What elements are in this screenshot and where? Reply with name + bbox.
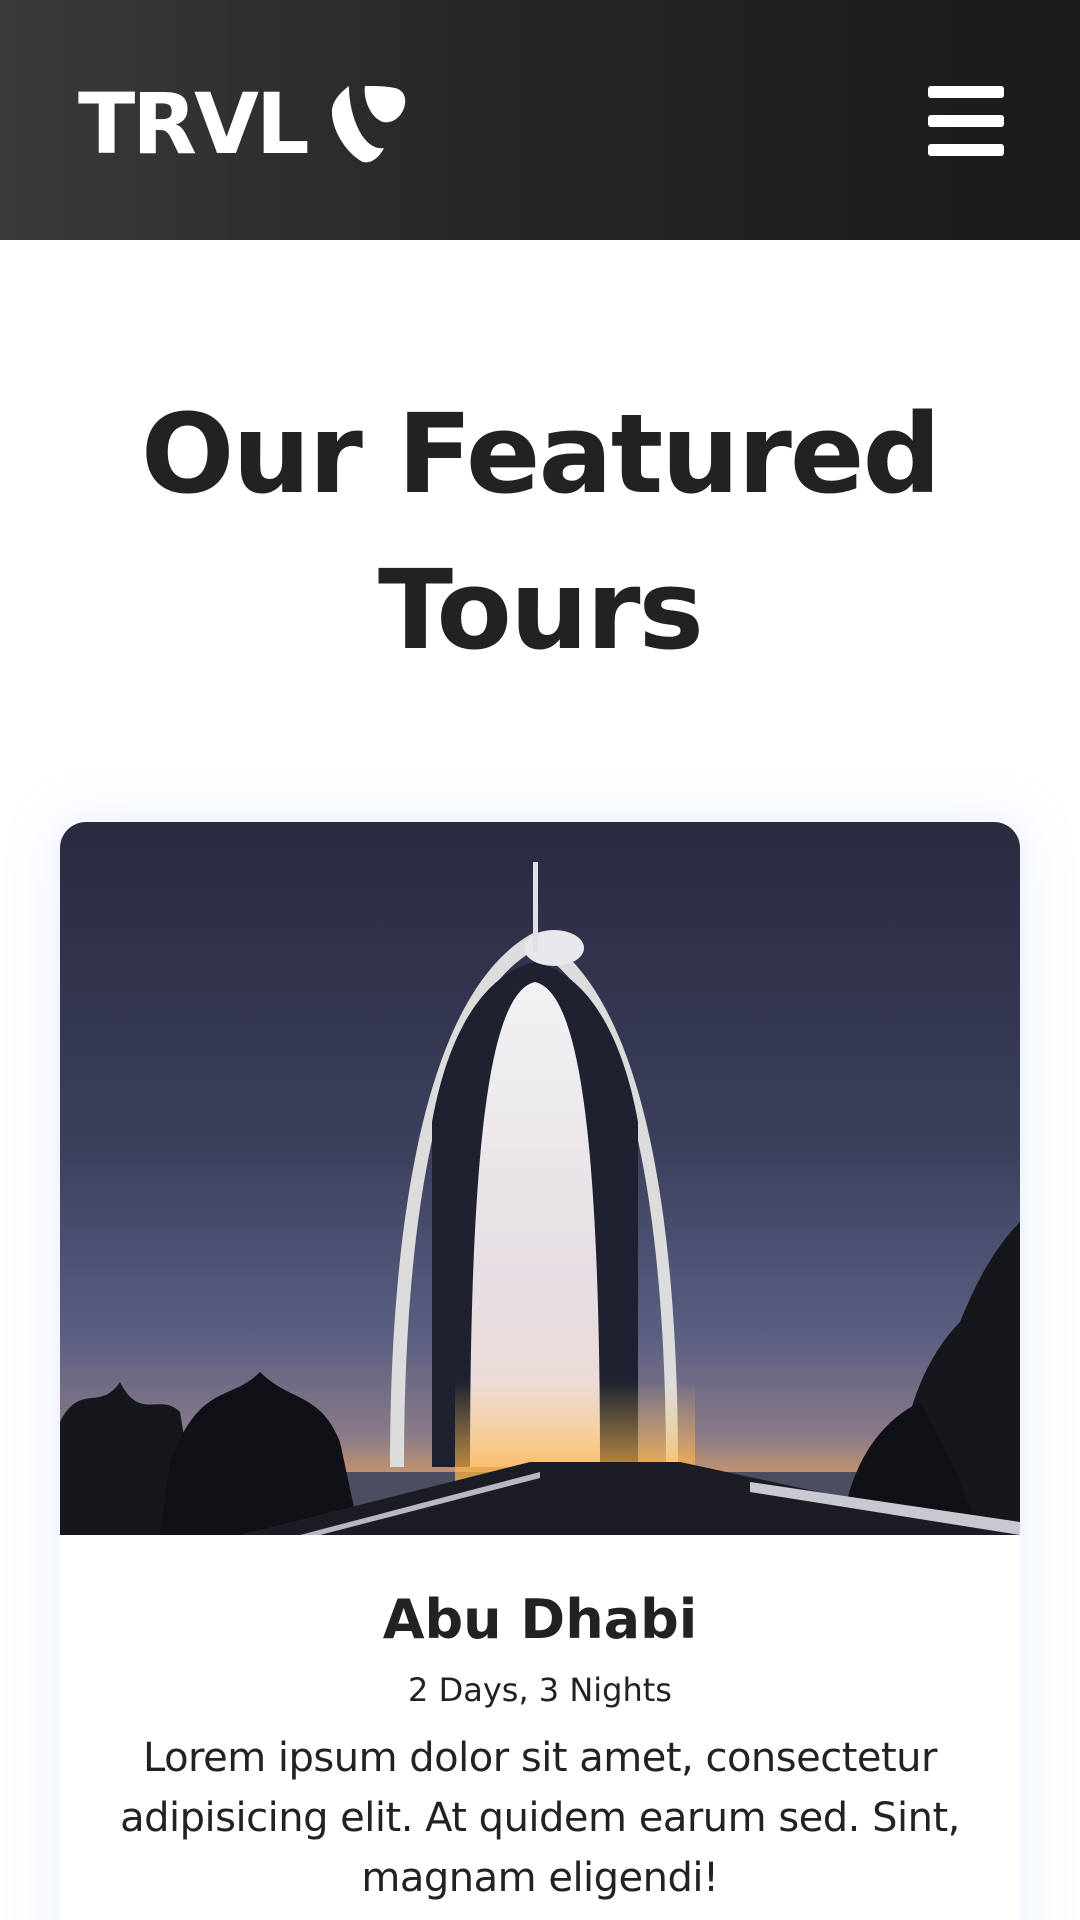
- menu-bar: [928, 86, 1004, 98]
- tour-description: Lorem ipsum dolor sit amet, consectetur …: [120, 1735, 960, 1901]
- site-logo[interactable]: TRVL: [78, 75, 407, 173]
- tour-image: [60, 822, 1020, 1535]
- site-header: TRVL: [0, 0, 1080, 240]
- tour-card[interactable]: Abu Dhabi 2 Days, 3 Nights Lorem ipsum d…: [60, 822, 1020, 1920]
- menu-bar: [928, 144, 1004, 156]
- section-title: Our Featured Tours: [140, 390, 941, 674]
- typo3-icon: [331, 86, 405, 163]
- tour-duration: 2 Days, 3 Nights: [408, 1671, 672, 1709]
- logo-text: TRVL: [78, 75, 310, 173]
- menu-bar: [928, 115, 1004, 127]
- tour-title[interactable]: Abu Dhabi: [60, 1585, 1020, 1655]
- hamburger-menu-icon[interactable]: [928, 86, 1004, 156]
